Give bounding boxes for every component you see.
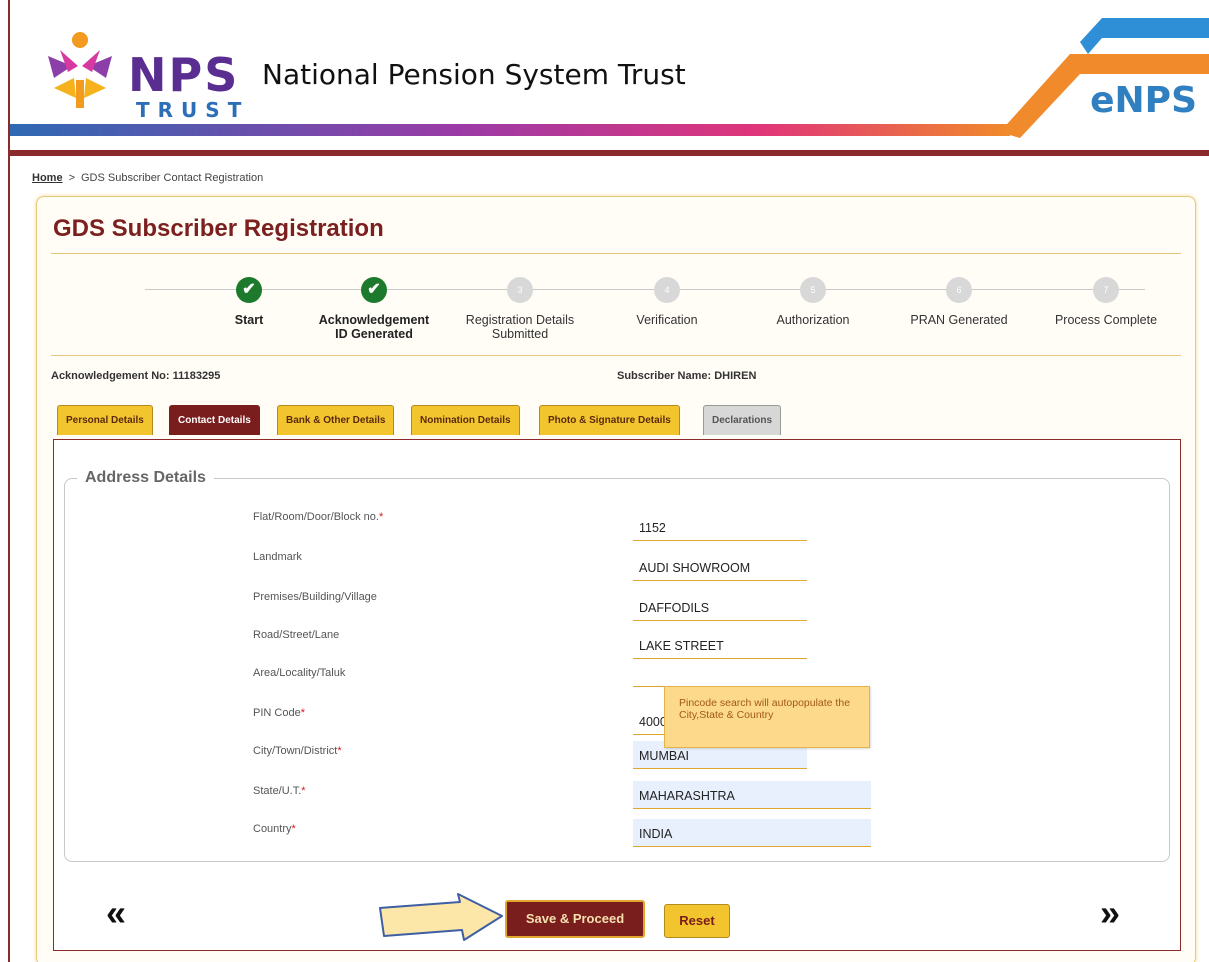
step-label: Acknowledgement — [318, 313, 430, 327]
road-input[interactable]: LAKE STREET — [633, 631, 807, 659]
logo-text-trust: TRUST — [136, 98, 250, 122]
breadcrumb-separator: > — [68, 172, 75, 184]
landmark-input[interactable]: AUDI SHOWROOM — [633, 553, 807, 581]
step-label: Process Complete — [1054, 313, 1158, 327]
step-label: Verification — [636, 313, 698, 327]
premises-label: Premises/Building/Village — [253, 591, 377, 603]
tab-personal-details[interactable]: Personal Details — [57, 405, 153, 435]
required-marker: * — [291, 823, 296, 835]
enps-badge: eNPS — [1090, 80, 1197, 121]
address-fieldset: Address Details Flat/Room/Door/Block no.… — [64, 469, 1170, 862]
tab-contact-details[interactable]: Contact Details — [169, 405, 260, 435]
check-icon: ✔ — [361, 277, 387, 303]
state-label: State/U.T.* — [253, 785, 306, 797]
step-ack-generated: ✔ Acknowledgement ID Generated — [299, 277, 449, 341]
breadcrumb: Home > GDS Subscriber Contact Registration — [32, 172, 263, 184]
step-process-complete: 7 Process Complete — [1031, 277, 1181, 327]
required-marker: * — [300, 707, 305, 719]
title-divider — [51, 253, 1181, 254]
nps-logo[interactable]: NPS TRUST — [40, 26, 241, 122]
step-number-5: 5 — [800, 277, 826, 303]
header-gradient-band — [10, 124, 1010, 136]
save-proceed-button[interactable]: Save & Proceed — [505, 900, 645, 938]
pincode-label-text: PIN Code — [253, 707, 301, 719]
subscriber-label: Subscriber Name: — [617, 370, 712, 382]
required-marker: * — [337, 745, 342, 757]
pincode-label: PIN Code* — [253, 707, 305, 719]
page-title: GDS Subscriber Registration — [53, 215, 384, 242]
step-label: PRAN Generated — [910, 313, 1008, 327]
city-label: City/Town/District* — [253, 745, 342, 757]
ack-label: Acknowledgement No: — [51, 370, 170, 382]
stepper-divider — [51, 355, 1181, 356]
breadcrumb-current: GDS Subscriber Contact Registration — [81, 172, 264, 184]
step-registration-submitted: 3 Registration Details Submitted — [445, 277, 595, 341]
breadcrumb-home-link[interactable]: Home — [32, 172, 63, 184]
site-header: NPS TRUST National Pension System Trust … — [10, 0, 1209, 160]
premises-input[interactable]: DAFFODILS — [633, 593, 807, 621]
step-label: Registration Details — [465, 313, 575, 327]
step-label-line2: ID Generated — [335, 327, 413, 341]
highlight-arrow-icon — [379, 893, 503, 941]
step-authorization: 5 Authorization — [738, 277, 888, 327]
city-label-text: City/Town/District — [253, 745, 338, 757]
step-number-3: 3 — [507, 277, 533, 303]
previous-arrow-icon[interactable]: « — [106, 892, 126, 934]
country-label: Country* — [253, 823, 296, 835]
country-label-text: Country — [253, 823, 292, 835]
step-number-6: 6 — [946, 277, 972, 303]
acknowledgement-info: Acknowledgement No: 11183295 — [51, 370, 220, 382]
header-rule — [10, 150, 1209, 156]
area-input[interactable] — [633, 661, 807, 687]
step-label: Authorization — [776, 313, 850, 327]
flat-input[interactable]: 1152 — [633, 513, 807, 541]
subscriber-info: Subscriber Name: DHIREN — [617, 370, 756, 382]
step-number-4: 4 — [654, 277, 680, 303]
progress-stepper: ✔ Start ✔ Acknowledgement ID Generated 3… — [37, 273, 1197, 353]
state-input[interactable]: MAHARASHTRA — [633, 781, 871, 809]
tab-photo-signature-details[interactable]: Photo & Signature Details — [539, 405, 680, 435]
required-marker: * — [378, 511, 384, 523]
nps-star-icon — [48, 32, 112, 108]
contact-details-frame: Address Details Flat/Room/Door/Block no.… — [53, 439, 1181, 951]
step-number-7: 7 — [1093, 277, 1119, 303]
next-arrow-icon[interactable]: » — [1100, 892, 1120, 934]
org-title: National Pension System Trust — [262, 58, 686, 91]
step-label-line2: Submitted — [491, 327, 549, 341]
registration-panel: GDS Subscriber Registration ✔ Start ✔ Ac… — [36, 196, 1196, 962]
step-verification: 4 Verification — [592, 277, 742, 327]
country-input[interactable]: INDIA — [633, 819, 871, 847]
state-label-text: State/U.T. — [253, 785, 302, 797]
address-legend: Address Details — [77, 469, 214, 487]
step-pran-generated: 6 PRAN Generated — [884, 277, 1034, 327]
required-marker: * — [301, 785, 306, 797]
area-label: Area/Locality/Taluk — [253, 667, 346, 679]
pincode-tooltip: Pincode search will autopopulate the Cit… — [664, 686, 870, 748]
road-label: Road/Street/Lane — [253, 629, 340, 641]
subscriber-value: DHIREN — [714, 370, 757, 382]
reset-button[interactable]: Reset — [664, 904, 730, 938]
tab-declarations[interactable]: Declarations — [703, 405, 782, 435]
flat-label: Flat/Room/Door/Block no.* — [253, 511, 383, 523]
tab-nomination-details[interactable]: Nomination Details — [411, 405, 520, 435]
flat-label-text: Flat/Room/Door/Block no. — [253, 511, 379, 523]
check-icon: ✔ — [236, 277, 262, 303]
landmark-label: Landmark — [253, 551, 302, 563]
tab-bank-other-details[interactable]: Bank & Other Details — [277, 405, 395, 435]
logo-text-nps: NPS — [128, 48, 240, 102]
ack-value: 11183295 — [172, 370, 221, 382]
